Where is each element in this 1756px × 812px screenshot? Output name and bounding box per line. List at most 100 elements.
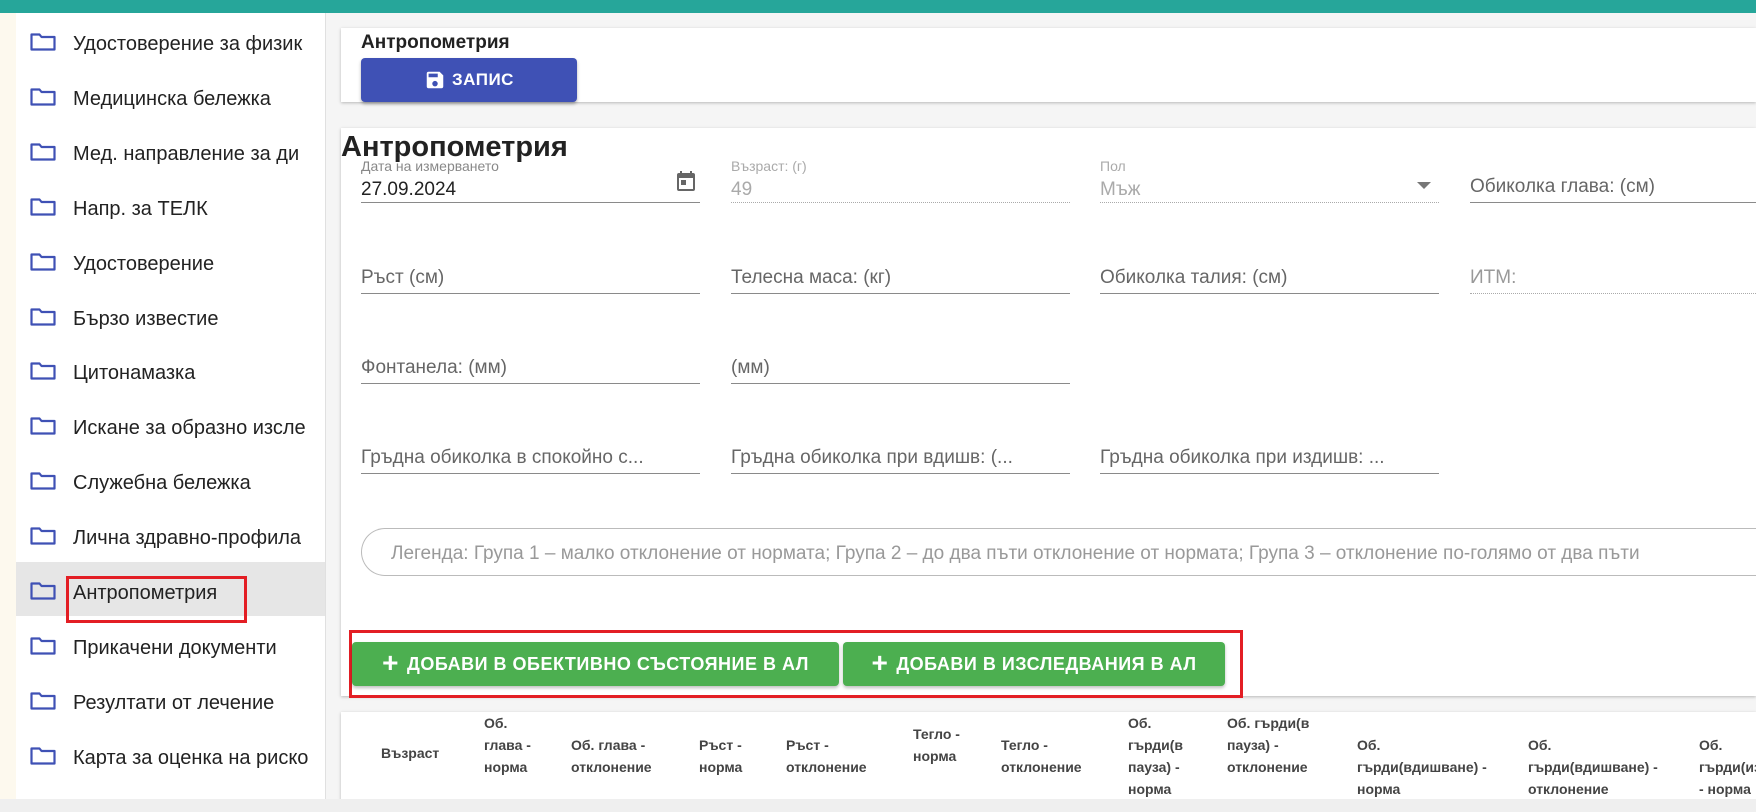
age-field: Възраст: (г) 49 (731, 158, 1070, 203)
add-objective-button[interactable]: + ДОБАВИ В ОБЕКТИВНО СЪСТОЯНИЕ В АЛ (352, 642, 839, 686)
sex-label: Пол (1100, 158, 1126, 174)
left-edge-strip (0, 13, 16, 812)
waist-placeholder: Обиколка талия: (см) (1100, 267, 1288, 288)
sidebar-item[interactable]: Искане за образно изсле (16, 397, 325, 451)
chest-inhale-placeholder: Гръдна обиколка при вдишв: (... (731, 447, 1013, 468)
sidebar-item[interactable]: Мед. направление за ди (16, 123, 325, 177)
sex-select[interactable]: Пол Мъж (1100, 158, 1439, 203)
fontanelle-second-field[interactable]: (мм) (731, 339, 1070, 384)
top-app-bar (0, 0, 1756, 13)
add-objective-label: ДОБАВИ В ОБЕКТИВНО СЪСТОЯНИЕ В АЛ (407, 653, 809, 674)
folder-icon (30, 33, 56, 51)
sidebar-item-label: Искане за образно изсле (73, 418, 306, 439)
plus-icon: + (382, 646, 399, 678)
folder-icon (30, 252, 56, 271)
height-placeholder: Ръст (см) (361, 267, 445, 288)
plus-icon: + (871, 646, 889, 678)
sidebar-item[interactable]: Цитонамазка (16, 342, 325, 396)
anthropometry-form-card: Антропометрия Дата на измерването 27.09.… (341, 128, 1756, 698)
sidebar-item-label: Удостоверение (73, 253, 215, 274)
sidebar-item[interactable]: Карта за оценка на риско (16, 727, 325, 781)
folder-icon (30, 198, 56, 216)
table-header: Тегло - норма (913, 726, 960, 764)
chest-rest-field[interactable]: Гръдна обиколка в спокойно с... (361, 429, 700, 474)
table-header: Об. гърди(вдишване) - норма (1357, 737, 1487, 797)
age-value: 49 (731, 179, 753, 200)
sidebar-item[interactable]: Прикачени документи (16, 617, 325, 671)
date-field[interactable]: Дата на измерването 27.09.2024 (361, 158, 700, 203)
date-value: 27.09.2024 (361, 179, 457, 200)
legend-text: Легенда: Група 1 – малко отклонение от н… (391, 543, 1640, 564)
waist-field[interactable]: Обиколка талия: (см) (1100, 249, 1439, 294)
folder-icon (30, 747, 56, 765)
folder-icon (30, 582, 56, 600)
sidebar: Удостоверение за физик Медицинска бележка… (16, 13, 326, 812)
save-button[interactable]: ЗАПИС (361, 58, 577, 102)
folder-icon (30, 143, 56, 161)
table-header: Об. гърди(в пауза) - норма (1128, 715, 1184, 797)
sidebar-item[interactable]: Резултати от лечение (16, 672, 325, 726)
calendar-icon[interactable] (674, 168, 698, 194)
folder-icon (30, 362, 56, 380)
folder-icon (30, 88, 56, 106)
sidebar-item[interactable]: Напр. за ТЕЛК (16, 178, 325, 232)
folder-icon (30, 472, 56, 490)
add-research-label: ДОБАВИ В ИЗСЛЕДВАНИЯ В АЛ (896, 653, 1197, 674)
sidebar-item[interactable]: Лична здравно-профила (16, 507, 325, 561)
table-header: Об. гърди(в пауза) - отклонение (1227, 715, 1310, 775)
weight-placeholder: Телесна маса: (кг) (731, 267, 892, 288)
head-circumference-placeholder: Обиколка глава: (см) (1470, 176, 1655, 197)
folder-icon (30, 692, 56, 710)
save-label: ЗАПИС (452, 70, 514, 89)
sidebar-item[interactable]: Служебна бележка (16, 452, 325, 506)
table-header: Ръст - норма (699, 737, 743, 775)
height-field[interactable]: Ръст (см) (361, 249, 700, 294)
folder-icon (30, 307, 56, 326)
folder-icon (30, 527, 56, 545)
add-research-button[interactable]: + ДОБАВИ В ИЗСЛЕДВАНИЯ В АЛ (843, 642, 1225, 686)
sidebar-item-label: Лична здравно-профила (73, 528, 302, 549)
chest-exhale-placeholder: Гръдна обиколка при издишв: ... (1100, 447, 1385, 468)
fontanelle-placeholder: Фонтанела: (мм) (361, 357, 507, 378)
chest-rest-placeholder: Гръдна обиколка в спокойно с... (361, 447, 644, 468)
chest-inhale-field[interactable]: Гръдна обиколка при вдишв: (... (731, 429, 1070, 474)
head-circumference-field[interactable]: Обиколка глава: (см) (1470, 158, 1756, 203)
weight-field[interactable]: Телесна маса: (кг) (731, 249, 1070, 294)
sidebar-item[interactable]: Бързо известие (16, 288, 325, 342)
page-title: Антропометрия (361, 32, 510, 53)
highlight-box-sidebar (66, 576, 247, 623)
fontanelle-field[interactable]: Фонтанела: (мм) (361, 339, 700, 384)
table-header: Възраст (381, 745, 440, 761)
sidebar-item-label: Цитонамазка (73, 363, 196, 384)
date-label: Дата на измерването (361, 158, 499, 174)
norms-table: Възраст Об. глава - норма Об. глава - от… (341, 712, 1756, 812)
sidebar-item-label: Резултати от лечение (73, 692, 275, 713)
table-header: Тегло - отклонение (1001, 737, 1082, 775)
table-header: Об. глава - отклонение (571, 737, 652, 775)
folder-icon (30, 637, 56, 655)
sidebar-item[interactable]: Медицинска бележка (16, 68, 325, 122)
bmi-placeholder: ИТМ: (1470, 267, 1517, 288)
bmi-field: ИТМ: (1470, 249, 1756, 294)
chevron-down-icon (1417, 182, 1431, 189)
legend-field: Легенда: Група 1 – малко отклонение от н… (361, 528, 1756, 576)
save-icon (426, 71, 444, 89)
sidebar-item[interactable]: Удостоверение за физик (16, 13, 325, 67)
chest-exhale-field[interactable]: Гръдна обиколка при издишв: ... (1100, 429, 1439, 474)
sidebar-item-label: Напр. за ТЕЛК (73, 198, 208, 219)
table-header: Об. гърди(вдишване) - отклонение (1528, 737, 1658, 797)
folder-icon (30, 417, 56, 435)
table-header: Об. глава - норма (484, 715, 531, 775)
sidebar-item-label: Мед. направление за ди (73, 143, 300, 164)
sidebar-item-label: Прикачени документи (73, 637, 277, 658)
table-header: Ръст - отклонение (786, 737, 867, 775)
sidebar-item-label: Служебна бележка (73, 473, 251, 494)
sidebar-item-label: Карта за оценка на риско (73, 747, 309, 768)
sex-value: Мъж (1100, 179, 1141, 200)
header-card: Антропометрия ЗАПИС (341, 28, 1756, 102)
age-label: Възраст: (г) (731, 158, 807, 174)
sidebar-item-label: Удостоверение за физик (73, 34, 303, 54)
sidebar-item-label: Бързо известие (73, 308, 219, 329)
sidebar-item[interactable]: Удостоверение (16, 233, 325, 287)
sidebar-item-label: Медицинска бележка (73, 88, 271, 109)
